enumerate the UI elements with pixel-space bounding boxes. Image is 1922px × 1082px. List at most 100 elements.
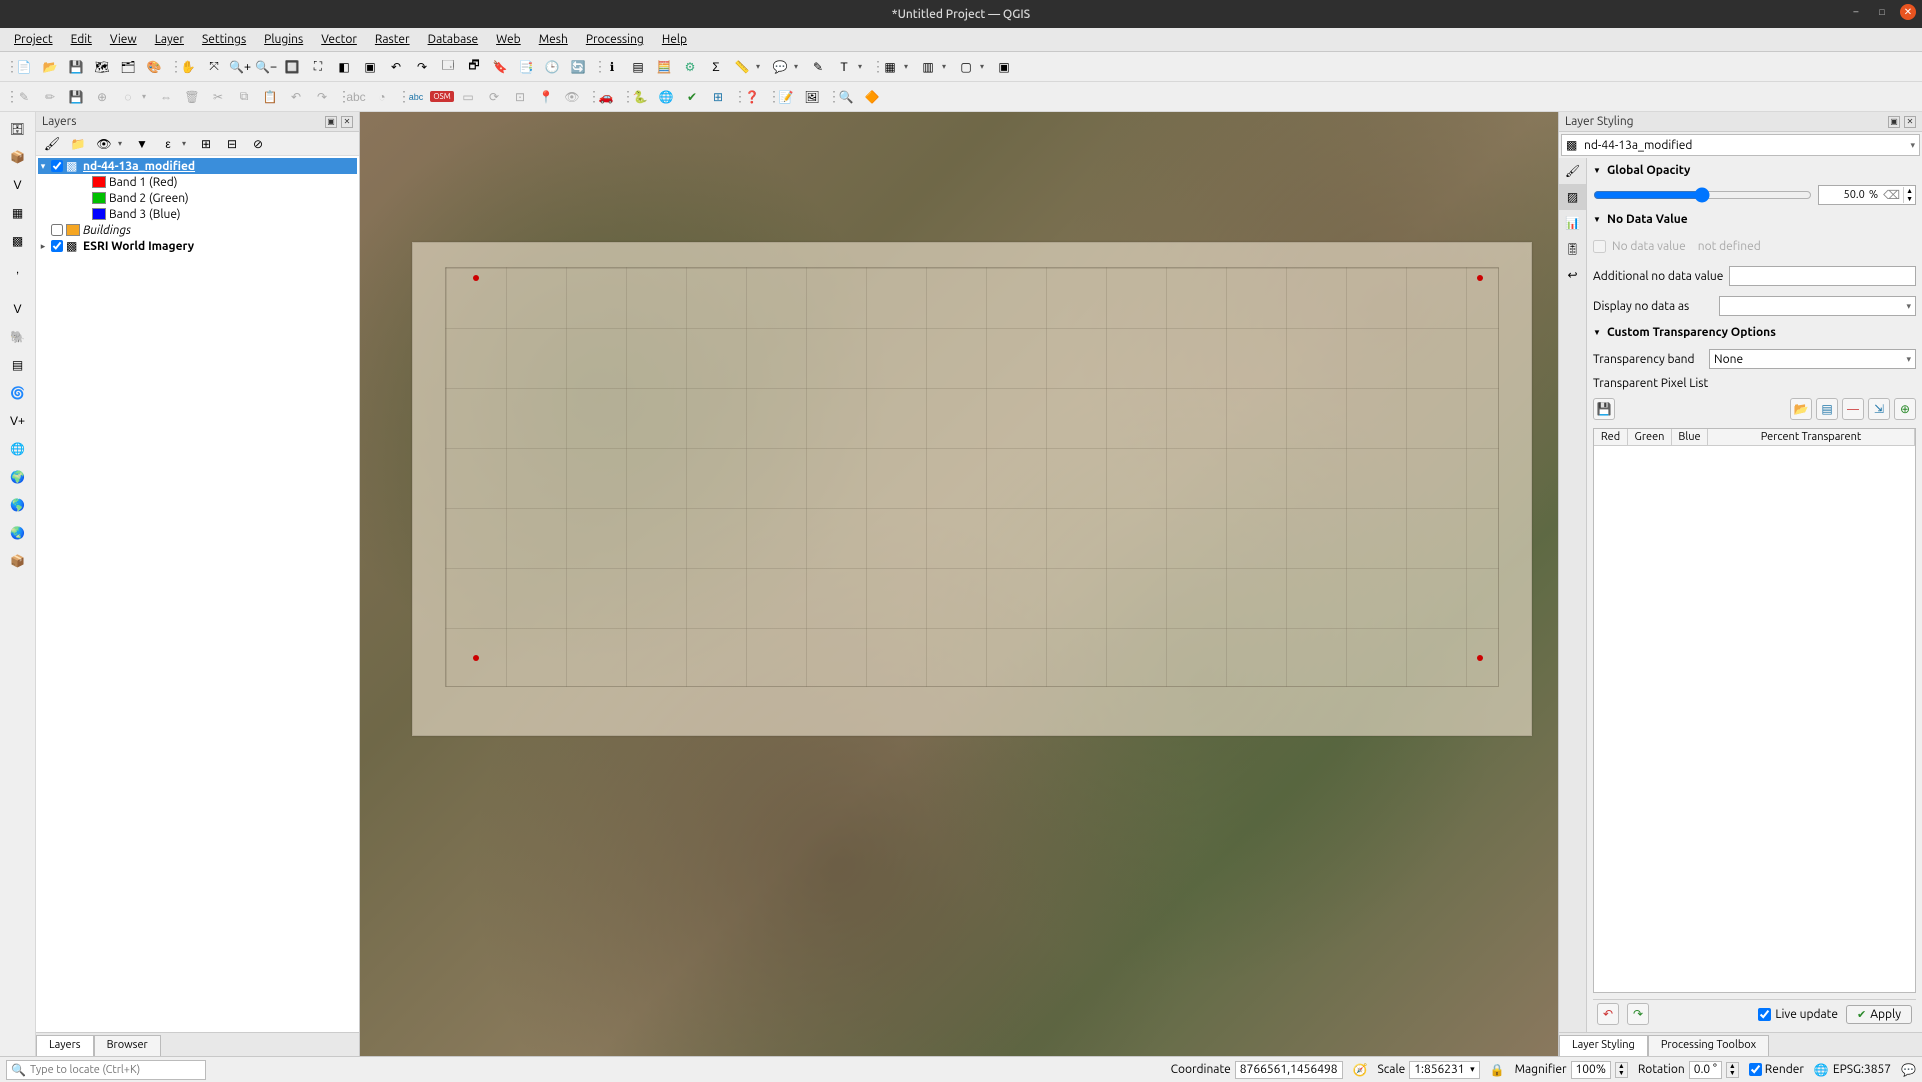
zoom-native-icon[interactable]: 🔲 — [280, 55, 304, 79]
step-down-icon[interactable]: ▼ — [1727, 1070, 1738, 1077]
toolbar-handle[interactable] — [168, 55, 174, 79]
new-map-view-icon[interactable]: 🗔 — [436, 55, 460, 79]
lock-scale-icon[interactable]: 🔒 — [1490, 1063, 1505, 1077]
layer-item-nd4413a[interactable]: ▾ ▩ nd-44-13a_modified — [38, 158, 357, 174]
display-nodata-combo[interactable]: ▾ — [1719, 296, 1916, 316]
expand-icon[interactable]: ▸ — [38, 241, 48, 252]
toolbar-handle[interactable] — [4, 85, 10, 109]
vtab-history-icon[interactable]: ↩ — [1559, 262, 1586, 288]
tab-browser[interactable]: Browser — [94, 1035, 161, 1056]
toolbar-handle[interactable] — [870, 55, 876, 79]
maximize-button[interactable] — [1874, 4, 1890, 20]
apply-button[interactable]: Apply — [1846, 1005, 1912, 1024]
select-by-value-icon[interactable]: ▥ — [916, 55, 940, 79]
remove-pixel-row-icon[interactable]: — — [1842, 398, 1864, 420]
dropdown-arrow-icon[interactable]: ▾ — [1910, 140, 1915, 151]
menu-settings[interactable]: Settings — [194, 31, 254, 48]
new-3d-view-icon[interactable]: 🗗 — [462, 55, 486, 79]
add-postgis-icon[interactable]: 🐘 — [5, 324, 31, 350]
coordinate-value[interactable]: 8766561,1456498 — [1235, 1061, 1343, 1079]
undock-icon[interactable]: ▣ — [325, 116, 337, 128]
live-update-toggle[interactable]: Live update — [1758, 1008, 1838, 1021]
menu-plugins[interactable]: Plugins — [256, 31, 311, 48]
new-print-layout-icon[interactable]: 🗺 — [90, 55, 114, 79]
locator-input[interactable] — [30, 1064, 201, 1076]
transparent-pixel-table[interactable]: Red Green Blue Percent Transparent — [1593, 428, 1916, 993]
filter-legend-icon[interactable]: ▼ — [130, 132, 154, 156]
band-item[interactable]: Band 2 (Green) — [38, 190, 357, 206]
vtab-rendering-icon[interactable]: 🎚 — [1559, 236, 1586, 262]
zoom-selection-icon[interactable]: ◧ — [332, 55, 356, 79]
rotation-value[interactable]: 0.0 ° — [1689, 1061, 1722, 1079]
locator-search[interactable]: 🔍 — [6, 1060, 206, 1080]
dropdown-arrow-icon[interactable]: ▾ — [904, 62, 914, 71]
layer-item-esri[interactable]: ▸ ▩ ESRI World Imagery — [38, 238, 357, 254]
dropdown-arrow-icon[interactable]: ▾ — [118, 139, 128, 148]
layer-visibility-checkbox[interactable] — [51, 224, 63, 236]
text-annotation-icon[interactable]: T — [832, 55, 856, 79]
zoom-last-icon[interactable]: ↶ — [384, 55, 408, 79]
undo-style-icon[interactable]: ↶ — [1597, 1003, 1619, 1025]
metasearch-icon[interactable]: 🌐 — [654, 85, 678, 109]
new-geopackage-icon[interactable]: 📦 — [5, 144, 31, 170]
menu-project[interactable]: Project — [6, 31, 61, 48]
tab-layer-styling[interactable]: Layer Styling — [1559, 1035, 1648, 1056]
close-panel-icon[interactable]: ✕ — [1904, 116, 1916, 128]
bookmark-manager-icon[interactable]: 📑 — [514, 55, 538, 79]
section-nodata[interactable]: No Data Value — [1593, 211, 1916, 228]
style-preset-icon[interactable]: 🖌 — [40, 132, 64, 156]
col-green[interactable]: Green — [1628, 429, 1672, 445]
open-data-source-icon[interactable]: 🗄 — [5, 116, 31, 142]
add-delimited-icon[interactable]: , — [5, 256, 31, 282]
map-canvas[interactable] — [360, 112, 1558, 1056]
coordinate-toggle-icon[interactable]: 🧭 — [1353, 1063, 1368, 1077]
undock-icon[interactable]: ▣ — [1888, 116, 1900, 128]
tab-processing-toolbox[interactable]: Processing Toolbox — [1648, 1035, 1769, 1056]
toolbar-handle[interactable] — [336, 85, 342, 109]
magnifier-value[interactable]: 100% — [1571, 1061, 1611, 1079]
section-global-opacity[interactable]: Global Opacity — [1593, 162, 1916, 179]
col-percent[interactable]: Percent Transparent — [1708, 429, 1915, 445]
expand-all-icon[interactable]: ⊞ — [194, 132, 218, 156]
dropdown-arrow-icon[interactable]: ▾ — [756, 62, 766, 71]
select-all-icon[interactable]: ▣ — [992, 55, 1016, 79]
zoom-in-icon[interactable]: 🔍+ — [228, 55, 252, 79]
save-pixel-list-icon[interactable]: 💾 — [1593, 398, 1615, 420]
layers-tree[interactable]: ▾ ▩ nd-44-13a_modified Band 1 (Red) Band… — [36, 156, 359, 1032]
scale-value[interactable]: 1:856231 ▾ — [1409, 1061, 1479, 1079]
section-custom-transparency[interactable]: Custom Transparency Options — [1593, 324, 1916, 341]
band-item[interactable]: Band 1 (Red) — [38, 174, 357, 190]
toolbar-handle[interactable] — [766, 85, 772, 109]
add-wfs-icon[interactable]: 🌏 — [5, 520, 31, 546]
dropdown-arrow-icon[interactable]: ▾ — [942, 62, 952, 71]
add-mssql-icon[interactable]: ▤ — [5, 352, 31, 378]
filter-by-expression-icon[interactable]: ε — [156, 132, 180, 156]
import-pixel-icon[interactable]: ⇲ — [1868, 398, 1890, 420]
additional-nodata-input[interactable] — [1729, 266, 1916, 286]
step-down-icon[interactable]: ▼ — [1616, 1070, 1627, 1077]
col-red[interactable]: Red — [1594, 429, 1628, 445]
add-virtual-icon[interactable]: V+ — [5, 408, 31, 434]
band-item[interactable]: Band 3 (Blue) — [38, 206, 357, 222]
georeferencer-icon[interactable]: ⊞ — [706, 85, 730, 109]
toolbar-handle[interactable] — [586, 85, 592, 109]
crs-field[interactable]: 🌐 EPSG:3857 — [1814, 1063, 1891, 1077]
pick-pixel-icon[interactable]: ⊕ — [1894, 398, 1916, 420]
annotation-icon[interactable]: ✎ — [806, 55, 830, 79]
plugin-osm-icon[interactable]: OSM — [430, 85, 454, 109]
messages-icon[interactable]: 💬 — [1901, 1063, 1916, 1077]
dropdown-arrow-icon[interactable]: ▾ — [794, 62, 804, 71]
menu-database[interactable]: Database — [420, 31, 487, 48]
toolbar-handle[interactable] — [4, 55, 10, 79]
dropdown-arrow-icon[interactable]: ▾ — [1906, 354, 1911, 365]
add-oracle-icon[interactable]: 🌀 — [5, 380, 31, 406]
add-mesh-icon[interactable]: ▩ — [5, 228, 31, 254]
render-toggle[interactable]: Render — [1749, 1063, 1804, 1076]
opacity-slider[interactable] — [1593, 187, 1812, 203]
menu-web[interactable]: Web — [488, 31, 529, 48]
styling-layer-selector[interactable]: ▩ nd-44-13a_modified ▾ — [1561, 134, 1920, 156]
menu-edit[interactable]: Edit — [63, 31, 100, 48]
add-arcgis-icon[interactable]: 📦 — [5, 548, 31, 574]
clear-icon[interactable]: ⌫ — [1880, 188, 1903, 202]
render-checkbox[interactable] — [1749, 1063, 1762, 1076]
